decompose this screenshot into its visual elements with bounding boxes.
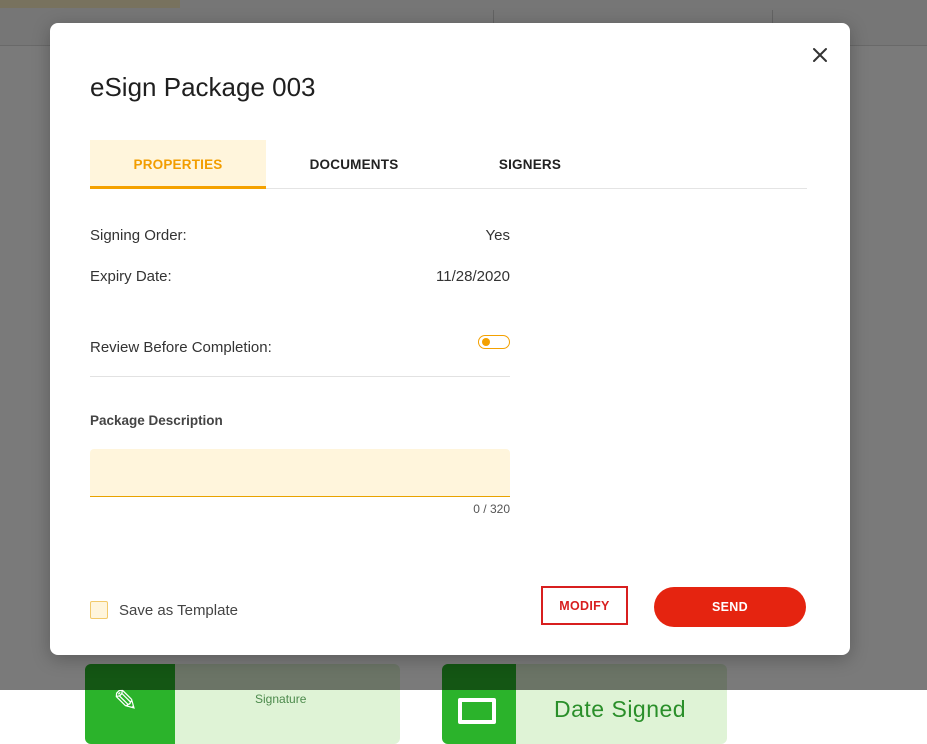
dialog-title: eSign Package 003 xyxy=(90,72,316,102)
toggle-knob xyxy=(482,338,490,346)
send-button[interactable]: SEND xyxy=(654,587,806,627)
expiry-date-value: 11/28/2020 xyxy=(436,268,510,285)
modify-button[interactable]: MODIFY xyxy=(541,586,628,625)
expiry-date-row: Expiry Date: 11/28/2020 xyxy=(90,268,510,285)
tab-bar: PROPERTIES DOCUMENTS SIGNERS xyxy=(90,140,807,189)
save-as-template-label: Save as Template xyxy=(119,601,238,619)
expiry-date-label: Expiry Date: xyxy=(90,268,172,285)
signing-order-value: Yes xyxy=(485,227,510,244)
close-button[interactable] xyxy=(804,39,836,71)
review-before-completion-row: Review Before Completion: xyxy=(90,335,510,356)
date-signed-label: Date Signed xyxy=(554,696,687,722)
review-before-completion-label: Review Before Completion: xyxy=(90,339,272,356)
signature-field-label: Signature xyxy=(255,692,307,706)
section-divider xyxy=(90,376,510,377)
save-as-template-option[interactable]: Save as Template xyxy=(90,601,238,619)
review-before-completion-toggle[interactable] xyxy=(478,335,510,349)
package-description-input[interactable] xyxy=(90,449,510,497)
save-as-template-checkbox[interactable] xyxy=(90,601,108,619)
tab-signers[interactable]: SIGNERS xyxy=(442,140,618,188)
esign-package-dialog: eSign Package 003 PROPERTIES DOCUMENTS S… xyxy=(50,23,850,655)
description-char-counter: 0 / 320 xyxy=(473,502,510,516)
signing-order-label: Signing Order: xyxy=(90,227,187,244)
close-icon xyxy=(813,48,827,62)
package-description-label: Package Description xyxy=(90,413,223,428)
calendar-icon xyxy=(458,698,496,724)
tab-properties[interactable]: PROPERTIES xyxy=(90,140,266,189)
tab-documents[interactable]: DOCUMENTS xyxy=(266,140,442,188)
signing-order-row: Signing Order: Yes xyxy=(90,227,510,244)
